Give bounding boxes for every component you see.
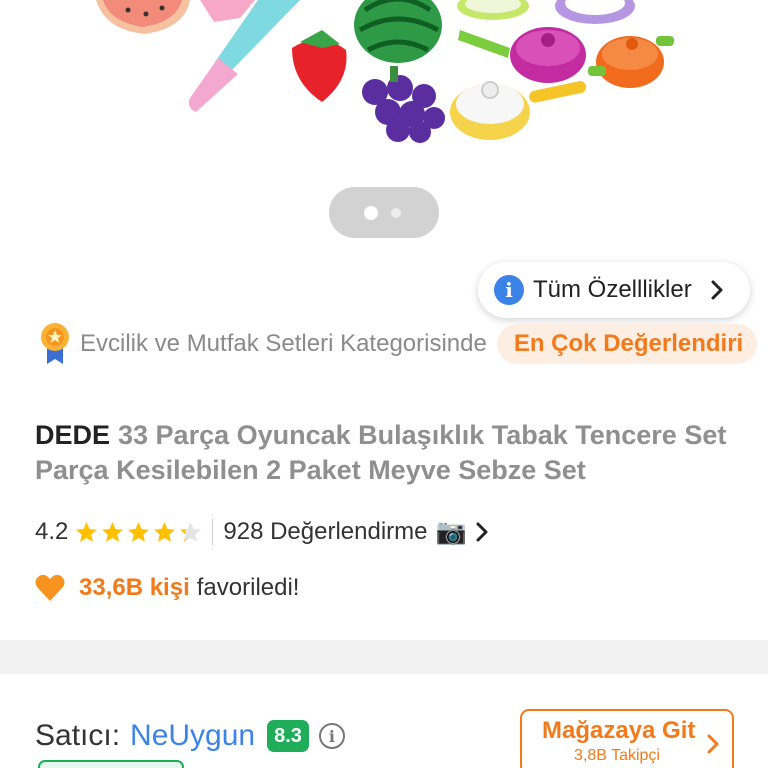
- product-title: DEDE 33 Parça Oyuncak Bulaşıklık Tabak Te…: [35, 418, 735, 488]
- star-icon: [154, 521, 176, 542]
- category-text: Evcilik ve Mutfak Setleri Kategorisinde: [80, 330, 487, 357]
- product-name: 33 Parça Oyuncak Bulaşıklık Tabak Tencer…: [35, 420, 727, 485]
- star-icon: [128, 521, 150, 542]
- chevron-right-icon: [711, 280, 723, 300]
- go-to-store-button[interactable]: Mağazaya Git 3,8B Takipçi: [520, 709, 734, 768]
- medal-icon: [41, 323, 69, 364]
- carousel-pagination[interactable]: [329, 187, 439, 238]
- product-brand[interactable]: DEDE: [35, 420, 110, 450]
- rating-separator: [212, 519, 214, 545]
- review-count: 928 Değerlendirme: [223, 518, 428, 545]
- all-specs-button[interactable]: i Tüm Özelllikler: [478, 262, 750, 318]
- seller-name-link[interactable]: NeUygun: [130, 719, 255, 753]
- chevron-right-icon: [476, 522, 488, 542]
- seller-score-badge: 8.3: [267, 720, 309, 752]
- heart-icon: [35, 574, 65, 601]
- camera-icon: 📷: [435, 517, 467, 546]
- section-divider: [0, 640, 768, 674]
- rating-value: 4.2: [35, 518, 69, 545]
- favorites-row: 33,6B kişi favoriledi!: [35, 570, 299, 606]
- category-ranking-badge: En Çok Değerlendiri: [496, 324, 758, 364]
- rating-row[interactable]: 4.2 928 Değerlendirme 📷: [35, 514, 489, 550]
- category-ranking-row[interactable]: Evcilik ve Mutfak Setleri Kategorisinde …: [38, 322, 768, 366]
- go-to-store-label: Mağazaya Git: [542, 717, 696, 744]
- store-followers: 3,8B Takipçi: [574, 747, 660, 764]
- star-half-icon: [180, 521, 202, 542]
- rating-stars: [74, 520, 204, 545]
- seller-row: Satıcı: NeUygun 8.3 i: [35, 712, 345, 760]
- favorites-label: favoriledi!: [196, 574, 300, 601]
- seller-info-icon[interactable]: i: [318, 723, 345, 749]
- all-specs-label: Tüm Özelllikler: [533, 276, 692, 303]
- seller-badge-partial: [38, 760, 184, 768]
- favorites-count: 33,6B kişi: [79, 574, 190, 601]
- product-image-carousel[interactable]: [0, 0, 768, 255]
- pagination-dot[interactable]: [391, 208, 401, 218]
- info-icon: i: [494, 275, 524, 305]
- pagination-dot-active[interactable]: [364, 206, 378, 220]
- star-icon: [102, 521, 124, 542]
- chevron-right-icon: [707, 734, 719, 754]
- seller-label: Satıcı:: [35, 719, 121, 752]
- star-icon: [76, 521, 98, 542]
